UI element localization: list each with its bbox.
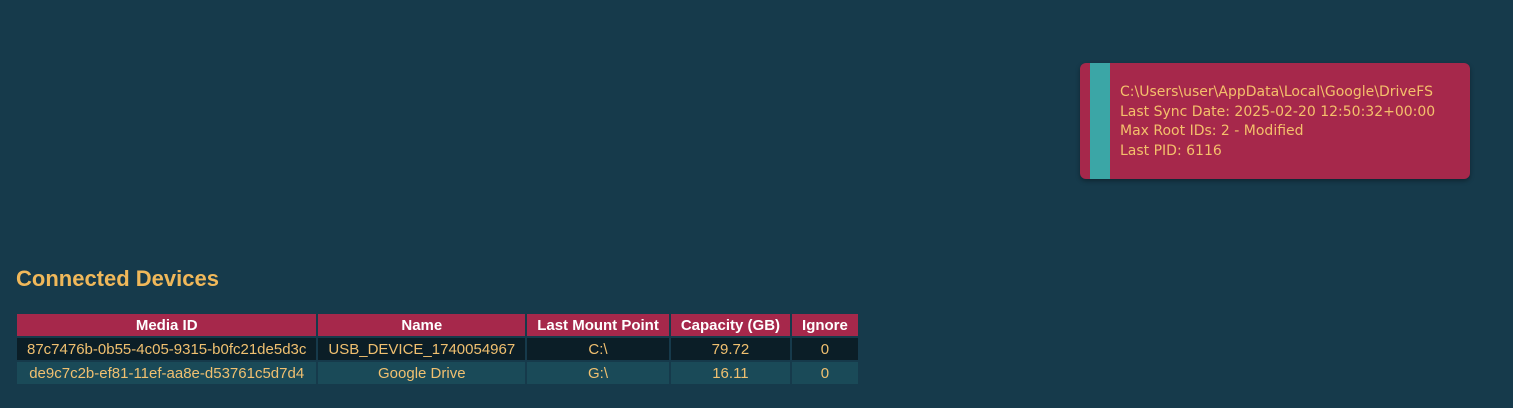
- table-row: de9c7c2b-ef81-11ef-aa8e-d53761c5d7d4 Goo…: [17, 362, 858, 384]
- info-card-text: C:\Users\user\AppData\Local\Google\Drive…: [1120, 83, 1435, 161]
- table-header-row: Media ID Name Last Mount Point Capacity …: [17, 314, 858, 336]
- table-row: 87c7476b-0b55-4c05-9315-b0fc21de5d3c USB…: [17, 338, 858, 360]
- connected-devices-table: Media ID Name Last Mount Point Capacity …: [15, 312, 860, 386]
- info-card-accent-stripe: [1090, 63, 1110, 179]
- cell-name: USB_DEVICE_1740054967: [318, 338, 526, 360]
- column-header-last-mount-point: Last Mount Point: [527, 314, 669, 336]
- column-header-capacity: Capacity (GB): [670, 314, 791, 336]
- section-title: Connected Devices: [16, 266, 219, 291]
- drivefs-info-card: C:\Users\user\AppData\Local\Google\Drive…: [1080, 63, 1470, 179]
- cell-ignore: 0: [792, 362, 858, 384]
- column-header-ignore: Ignore: [792, 314, 858, 336]
- cell-ignore: 0: [792, 338, 858, 360]
- last-sync-date: Last Sync Date: 2025-02-20 12:50:32+00:0…: [1120, 103, 1436, 120]
- cell-last-mount-point: C:\: [527, 338, 669, 360]
- cell-capacity: 79.72: [670, 338, 791, 360]
- column-header-name: Name: [318, 314, 526, 336]
- drivefs-path: C:\Users\user\AppData\Local\Google\Drive…: [1120, 84, 1433, 100]
- column-header-media-id: Media ID: [17, 314, 317, 336]
- cell-name: Google Drive: [318, 362, 526, 384]
- cell-capacity: 16.11: [670, 362, 791, 384]
- max-root-ids: Max Root IDs: 2 - Modified: [1120, 123, 1304, 139]
- last-pid: Last PID: 6116: [1120, 142, 1222, 159]
- cell-last-mount-point: G:\: [527, 362, 669, 384]
- page: C:\Users\user\AppData\Local\Google\Drive…: [0, 0, 1513, 408]
- cell-media-id: 87c7476b-0b55-4c05-9315-b0fc21de5d3c: [17, 338, 317, 360]
- cell-media-id: de9c7c2b-ef81-11ef-aa8e-d53761c5d7d4: [17, 362, 317, 384]
